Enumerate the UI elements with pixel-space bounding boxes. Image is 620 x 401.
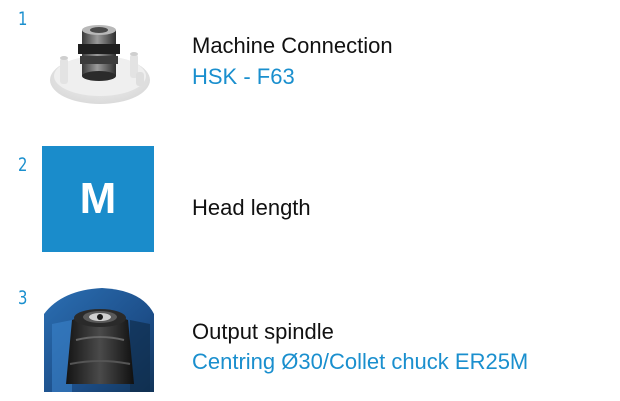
step-number-2: 2 xyxy=(18,154,28,176)
machine-connection-value: HSK - F63 xyxy=(192,64,295,89)
output-spindle-image xyxy=(42,284,156,392)
step-number-3: 3 xyxy=(18,287,28,309)
output-spindle-value: Centring Ø30/Collet chuck ER25M xyxy=(192,349,529,374)
output-spindle-icon xyxy=(44,288,154,392)
step-number-1: 1 xyxy=(18,8,28,30)
machine-connection-image xyxy=(42,10,154,114)
machine-connection-icon xyxy=(50,25,150,104)
head-length-badge: M xyxy=(42,146,154,252)
machine-connection-label: Machine Connection xyxy=(192,33,393,58)
head-length-label: Head length xyxy=(192,195,311,220)
output-spindle-label: Output spindle xyxy=(192,319,334,344)
head-length-badge-letter: M xyxy=(79,174,117,223)
